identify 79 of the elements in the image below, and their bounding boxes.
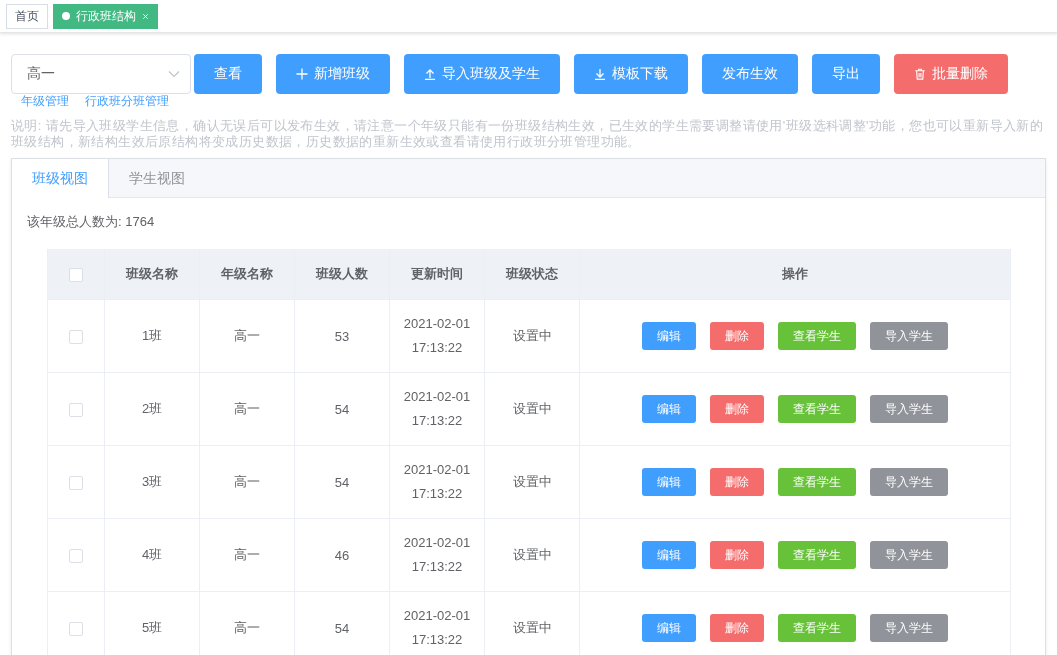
table-cell: 46 — [334, 547, 350, 563]
table-cell-text: 2021-02-01 17:13:22 — [402, 315, 472, 357]
table-cell: 设置中 — [512, 401, 552, 416]
nav-link[interactable]: 年级管理 — [21, 94, 69, 108]
row-action-button[interactable]: 删除 — [710, 395, 764, 423]
table-cell-text: 2021-02-01 17:13:22 — [402, 534, 472, 576]
download-icon — [594, 68, 606, 80]
column-header: 操作 — [782, 266, 808, 281]
trash-icon — [914, 68, 926, 80]
table-cell: 2班 — [141, 401, 163, 416]
toolbar-button[interactable]: 导出 — [812, 54, 880, 94]
table-cell: 高一 — [234, 620, 260, 635]
row-action-button[interactable]: 删除 — [710, 322, 764, 350]
table-cell: 53 — [334, 328, 350, 344]
toolbar-button[interactable]: 模板下载 — [574, 54, 688, 94]
row-action-button[interactable]: 导入学生 — [870, 468, 948, 496]
row-action-button[interactable]: 编辑 — [642, 395, 696, 423]
grade-select[interactable]: 高一 — [11, 54, 191, 94]
column-header: 班级状态 — [506, 266, 558, 281]
row-action-button[interactable]: 查看学生 — [778, 541, 856, 569]
table-cell: 高一 — [234, 474, 260, 489]
row-checkbox[interactable] — [69, 621, 83, 636]
row-action-button[interactable]: 导入学生 — [870, 395, 948, 423]
page-tab[interactable]: 行政班结构 — [53, 3, 158, 29]
column-header: 年级名称 — [221, 266, 273, 281]
table-cell: 高一 — [234, 328, 260, 343]
table-cell-text: 2021-02-01 17:13:22 — [402, 461, 472, 503]
table-cell: 54 — [334, 620, 350, 636]
table-cell: 设置中 — [512, 620, 552, 635]
page-tab[interactable]: 首页 — [6, 3, 48, 29]
row-checkbox[interactable] — [69, 475, 83, 490]
table-cell: 54 — [334, 401, 350, 417]
table-cell-text: 2021-02-01 17:13:22 — [402, 388, 472, 430]
toolbar-button[interactable]: 查看 — [194, 54, 262, 94]
row-action-button[interactable]: 导入学生 — [870, 541, 948, 569]
row-checkbox[interactable] — [69, 548, 83, 563]
table-cell: 高一 — [234, 401, 260, 416]
view-tab[interactable]: 班级视图 — [12, 159, 109, 198]
row-action-button[interactable]: 编辑 — [642, 468, 696, 496]
table-cell: 3班 — [141, 474, 163, 489]
row-action-button[interactable]: 查看学生 — [778, 468, 856, 496]
dot-icon — [62, 12, 70, 20]
row-action-button[interactable]: 删除 — [710, 541, 764, 569]
select-all-checkbox[interactable] — [69, 267, 83, 282]
row-action-button[interactable]: 导入学生 — [870, 322, 948, 350]
upload-icon — [424, 68, 436, 80]
close-icon[interactable] — [142, 12, 149, 20]
row-action-button[interactable]: 查看学生 — [778, 614, 856, 642]
column-header: 班级名称 — [126, 266, 178, 281]
total-count-text: 该年级总人数为: 1764 — [27, 213, 156, 231]
toolbar-button[interactable]: 新增班级 — [276, 54, 390, 94]
row-checkbox[interactable] — [69, 329, 83, 344]
row-action-button[interactable]: 查看学生 — [778, 322, 856, 350]
table-cell: 设置中 — [512, 547, 552, 562]
table-cell: 设置中 — [512, 328, 552, 343]
table-cell: 高一 — [234, 547, 260, 562]
table-cell: 设置中 — [512, 474, 552, 489]
row-action-button[interactable]: 导入学生 — [870, 614, 948, 642]
row-action-button[interactable]: 查看学生 — [778, 395, 856, 423]
nav-link[interactable]: 行政班分班管理 — [85, 94, 169, 108]
toolbar-button[interactable]: 发布生效 — [702, 54, 798, 94]
row-action-button[interactable]: 删除 — [710, 614, 764, 642]
toolbar-button[interactable]: 导入班级及学生 — [404, 54, 560, 94]
row-checkbox[interactable] — [69, 402, 83, 417]
row-action-button[interactable]: 编辑 — [642, 322, 696, 350]
column-header: 班级人数 — [316, 266, 368, 281]
column-header: 更新时间 — [411, 266, 463, 281]
table-cell: 54 — [334, 474, 350, 490]
toolbar-button[interactable]: 批量删除 — [894, 54, 1008, 94]
table-cell: 4班 — [141, 547, 163, 562]
row-action-button[interactable]: 删除 — [710, 468, 764, 496]
chevron-down-icon — [168, 70, 180, 78]
table-cell: 5班 — [141, 620, 163, 635]
table-cell-text: 2021-02-01 17:13:22 — [402, 607, 472, 649]
table-cell: 1班 — [141, 328, 163, 343]
view-tab[interactable]: 学生视图 — [109, 159, 206, 197]
plus-icon — [296, 68, 308, 80]
row-action-button[interactable]: 编辑 — [642, 614, 696, 642]
row-action-button[interactable]: 编辑 — [642, 541, 696, 569]
